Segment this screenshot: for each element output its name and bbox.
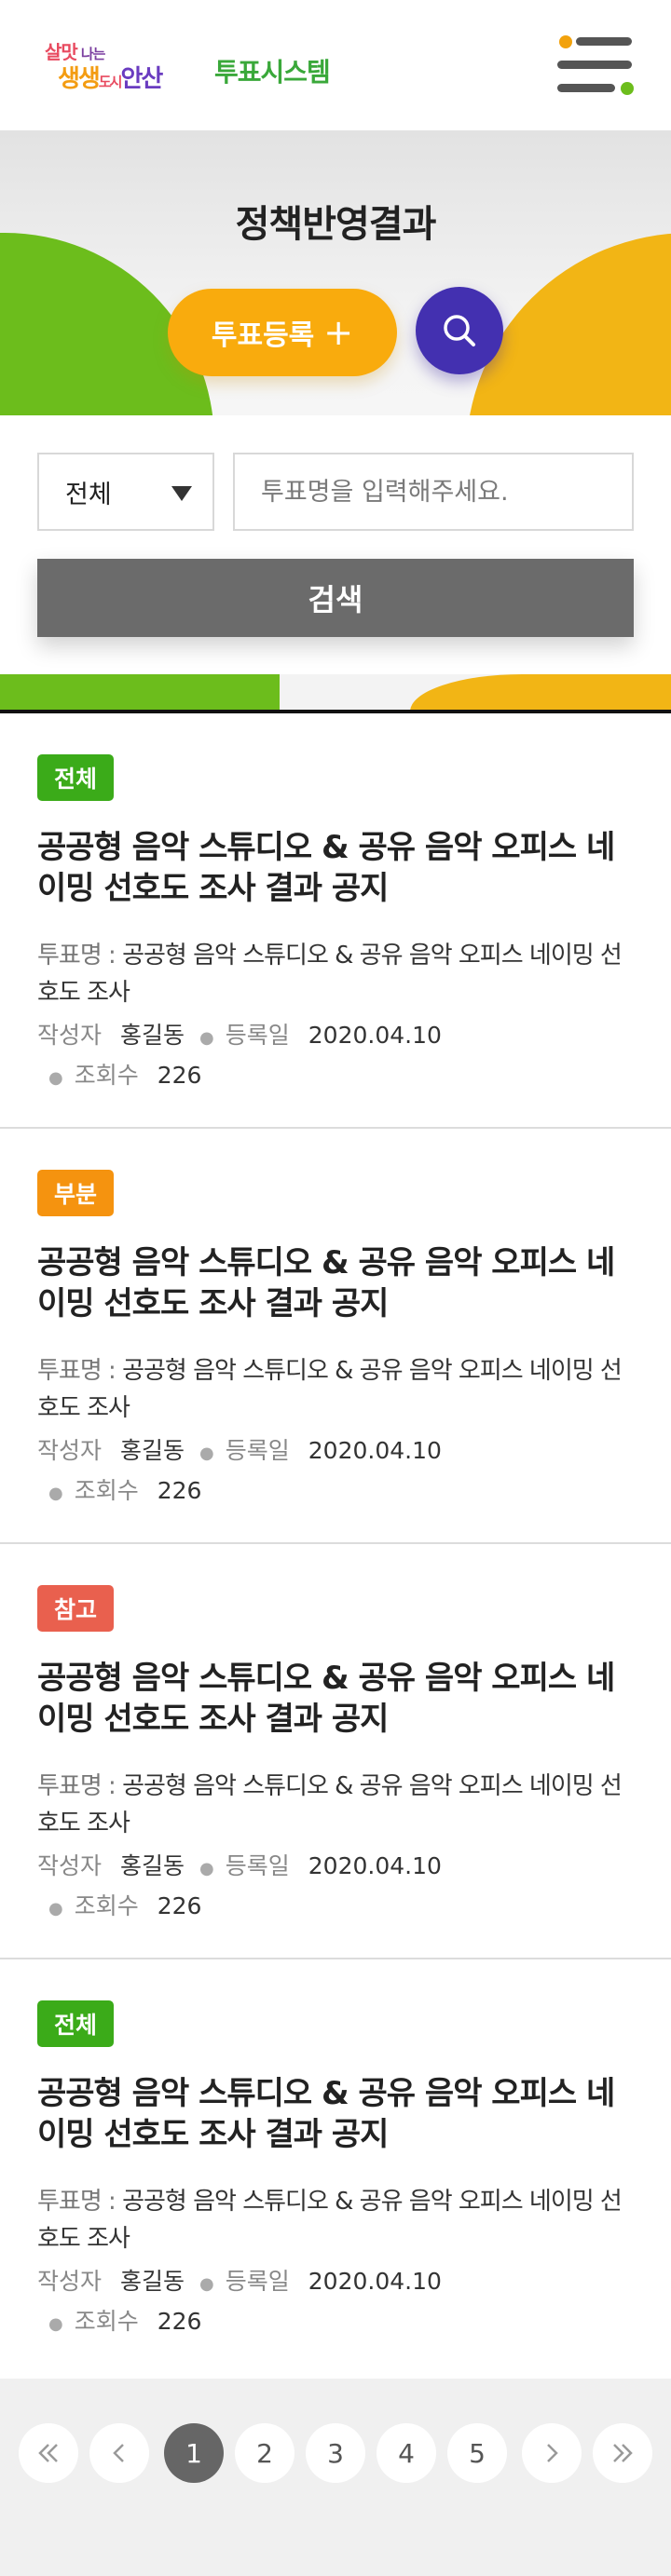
- search-input[interactable]: [233, 453, 634, 531]
- vote-name-label: 투표명 :: [37, 942, 116, 969]
- page-1-button[interactable]: 1: [164, 2423, 224, 2483]
- list-item[interactable]: 전체공공형 음악 스튜디오 & 공유 음악 오피스 네이밍 선호도 조사 결과 …: [0, 713, 671, 1129]
- date-value: 2020.04.10: [308, 1852, 442, 1879]
- date-label: 등록일: [225, 1852, 290, 1879]
- decorative-green-band: [0, 674, 280, 712]
- author-label: 작성자: [37, 1022, 103, 1049]
- list-item[interactable]: 부분공공형 음악 스튜디오 & 공유 음악 오피스 네이밍 선호도 조사 결과 …: [0, 1129, 671, 1544]
- decorative-strip: [0, 674, 671, 712]
- date-label: 등록일: [225, 1437, 290, 1464]
- author-label: 작성자: [37, 2268, 103, 2295]
- bullet-separator: ●: [199, 1028, 214, 1048]
- register-vote-button[interactable]: 투표등록 +: [168, 289, 397, 376]
- item-meta: 작성자 홍길동 ● 등록일 2020.04.10 ● 조회수 226: [37, 1848, 634, 1928]
- search-toggle-button[interactable]: [416, 287, 503, 374]
- page-3-button[interactable]: 3: [306, 2423, 365, 2483]
- register-vote-label: 투표등록: [211, 319, 315, 352]
- plus-icon: +: [323, 312, 354, 353]
- page-4-button[interactable]: 4: [377, 2423, 436, 2483]
- views-label: 조회수: [74, 1892, 139, 1919]
- bullet-separator: ●: [48, 1068, 63, 1088]
- item-title[interactable]: 공공형 음악 스튜디오 & 공유 음악 오피스 네이밍 선호도 조사 결과 공지: [37, 1658, 634, 1740]
- views-label: 조회수: [74, 1062, 139, 1089]
- first-page-button[interactable]: [19, 2423, 78, 2483]
- page-title: 정책반영결과: [235, 203, 437, 246]
- item-description: 투표명 : 공공형 음악 스튜디오 & 공유 음악 오피스 네이밍 선호도 조사: [37, 1768, 634, 1842]
- next-page-button[interactable]: [522, 2423, 582, 2483]
- bullet-separator: ●: [199, 2274, 214, 2294]
- logo-line2: 생생도시안산: [58, 65, 163, 93]
- vote-name-value: 공공형 음악 스튜디오 & 공유 음악 오피스 네이밍 선호도 조사: [37, 1357, 623, 1422]
- page-2-button[interactable]: 2: [235, 2423, 294, 2483]
- vote-name-value: 공공형 음악 스튜디오 & 공유 음악 오피스 네이밍 선호도 조사: [37, 2188, 623, 2253]
- search-button[interactable]: 검색: [37, 559, 634, 637]
- bullet-separator: ●: [199, 1444, 214, 1463]
- author-label: 작성자: [37, 1437, 103, 1464]
- item-description: 투표명 : 공공형 음악 스튜디오 & 공유 음악 오피스 네이밍 선호도 조사: [37, 937, 634, 1011]
- bullet-separator: ●: [199, 1859, 214, 1878]
- author-value: 홍길동: [120, 2268, 185, 2295]
- chevron-left-icon: [113, 2444, 124, 2462]
- item-description: 투표명 : 공공형 음악 스튜디오 & 공유 음악 오피스 네이밍 선호도 조사: [37, 2183, 634, 2257]
- bullet-separator: ●: [48, 1899, 63, 1918]
- author-value: 홍길동: [120, 1852, 185, 1879]
- vote-name-value: 공공형 음악 스튜디오 & 공유 음악 오피스 네이밍 선호도 조사: [37, 1772, 623, 1837]
- header: 살맛 나는 생생도시안산 투표시스템: [0, 0, 671, 130]
- hamburger-menu-icon[interactable]: [557, 34, 634, 97]
- app-name: 투표시스템: [214, 57, 331, 88]
- pagination: 1 2 3 4 5: [19, 2423, 652, 2485]
- city-logo[interactable]: 살맛 나는 생생도시안산: [45, 35, 203, 93]
- item-description: 투표명 : 공공형 음악 스튜디오 & 공유 음악 오피스 네이밍 선호도 조사: [37, 1352, 634, 1427]
- author-label: 작성자: [37, 1852, 103, 1879]
- last-page-button[interactable]: [593, 2423, 652, 2483]
- list-item[interactable]: 참고공공형 음악 스튜디오 & 공유 음악 오피스 네이밍 선호도 조사 결과 …: [0, 1544, 671, 1959]
- views-value: 226: [157, 1892, 202, 1919]
- date-value: 2020.04.10: [308, 2268, 442, 2295]
- vote-name-label: 투표명 :: [37, 1772, 116, 1800]
- bullet-separator: ●: [48, 1484, 63, 1503]
- author-value: 홍길동: [120, 1437, 185, 1464]
- double-chevron-right-icon: [613, 2444, 633, 2462]
- category-badge: 부분: [37, 1170, 115, 1216]
- views-value: 226: [157, 1062, 202, 1089]
- category-select[interactable]: 전체: [37, 453, 214, 531]
- double-chevron-left-icon: [38, 2444, 58, 2462]
- item-meta: 작성자 홍길동 ● 등록일 2020.04.10 ● 조회수 226: [37, 1017, 634, 1097]
- date-label: 등록일: [225, 2268, 290, 2295]
- category-badge: 참고: [37, 1585, 115, 1632]
- search-panel: 전체 검색: [0, 415, 671, 674]
- item-title[interactable]: 공공형 음악 스튜디오 & 공유 음악 오피스 네이밍 선호도 조사 결과 공지: [37, 1242, 634, 1324]
- date-value: 2020.04.10: [308, 1022, 442, 1049]
- date-value: 2020.04.10: [308, 1437, 442, 1464]
- category-select-value: 전체: [65, 480, 112, 509]
- vote-name-label: 투표명 :: [37, 1357, 116, 1385]
- result-list: 전체 공공형 음악 스튜디오 & 공유 음악 오피스 네이밍 선호도 조사 결과 …: [0, 713, 671, 2375]
- page-5-button[interactable]: 5: [447, 2423, 507, 2483]
- views-value: 226: [157, 1477, 202, 1504]
- vote-name-label: 투표명 :: [37, 2188, 116, 2216]
- views-label: 조회수: [74, 2308, 139, 2335]
- item-title[interactable]: 공공형 음악 스튜디오 & 공유 음악 오피스 네이밍 선호도 조사 결과 공지: [37, 827, 634, 909]
- vote-name-value: 공공형 음악 스튜디오 & 공유 음악 오피스 네이밍 선호도 조사: [37, 942, 623, 1007]
- views-label: 조회수: [74, 1477, 139, 1504]
- decorative-yellow-band: [410, 674, 671, 712]
- author-value: 홍길동: [120, 1022, 185, 1049]
- search-icon: [444, 315, 475, 346]
- category-badge: 전체: [37, 2000, 115, 2047]
- category-badge: 전체: [37, 754, 115, 801]
- item-meta: 작성자 홍길동 ● 등록일 2020.04.10 ● 조회수 226: [37, 2263, 634, 2343]
- chevron-right-icon: [547, 2444, 558, 2462]
- item-meta: 작성자 홍길동 ● 등록일 2020.04.10 ● 조회수 226: [37, 1432, 634, 1512]
- prev-page-button[interactable]: [89, 2423, 149, 2483]
- item-title[interactable]: 공공형 음악 스튜디오 & 공유 음악 오피스 네이밍 선호도 조사 결과 공지: [37, 2073, 634, 2155]
- list-item[interactable]: 전체공공형 음악 스튜디오 & 공유 음악 오피스 네이밍 선호도 조사 결과 …: [0, 1959, 671, 2375]
- views-value: 226: [157, 2308, 202, 2335]
- date-label: 등록일: [225, 1022, 290, 1049]
- hero-section: 정책반영결과 투표등록 +: [0, 130, 671, 415]
- bullet-separator: ●: [48, 2314, 63, 2334]
- caret-down-icon: [171, 486, 192, 501]
